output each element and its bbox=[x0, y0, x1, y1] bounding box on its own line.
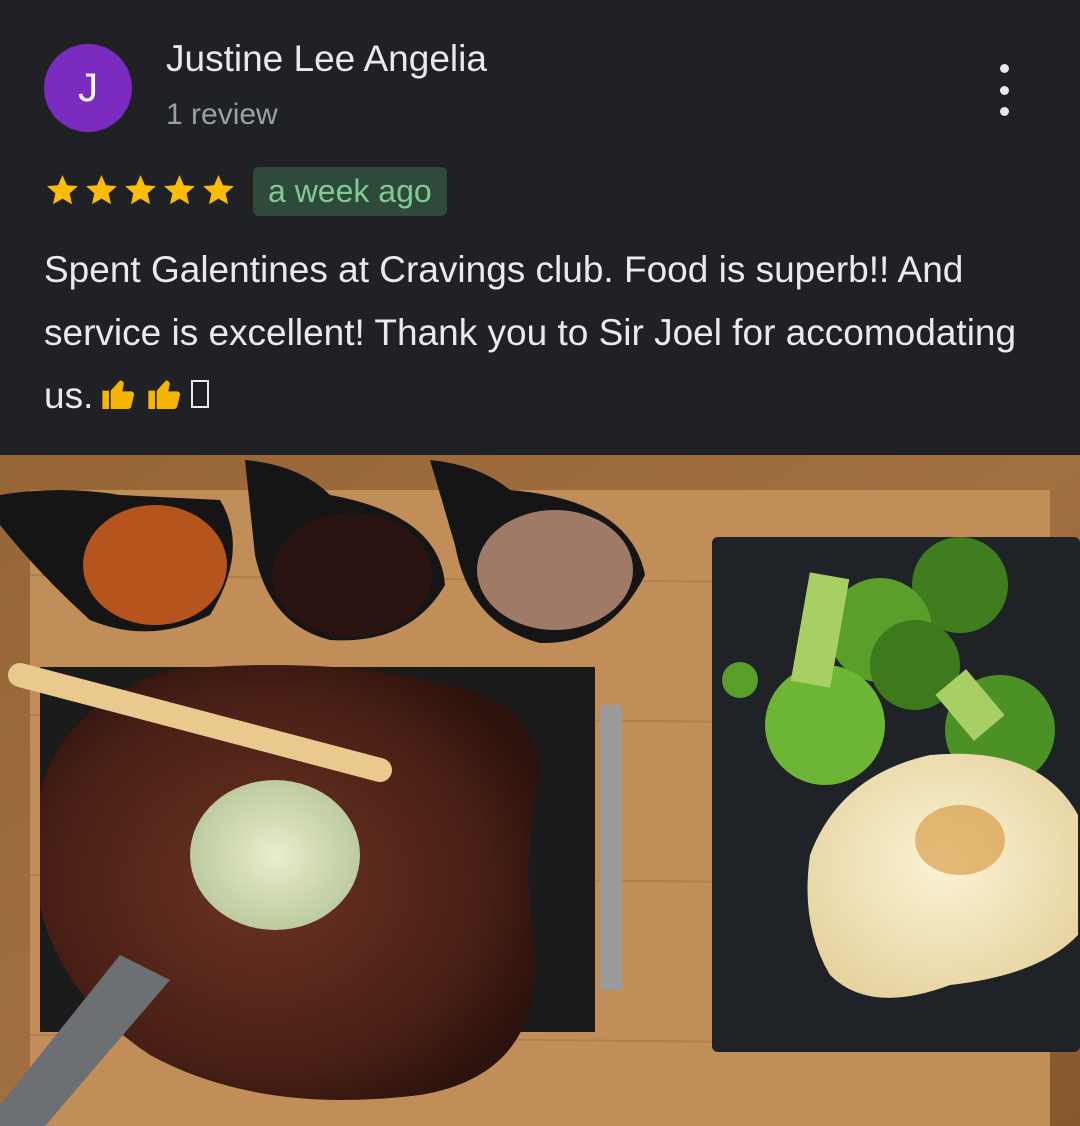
review-count: 1 review bbox=[166, 98, 278, 131]
review-date-badge: a week ago bbox=[253, 167, 447, 216]
missing-glyph-icon bbox=[191, 380, 210, 408]
thumbs-up-icon bbox=[102, 380, 135, 409]
star-icon bbox=[164, 175, 195, 205]
review-photo[interactable] bbox=[0, 455, 1080, 1126]
thumbs-up-icon bbox=[148, 380, 181, 409]
more-vert-icon[interactable] bbox=[986, 64, 1022, 116]
review-body: Spent Galentines at Cravings club. Food … bbox=[44, 249, 1017, 416]
avatar-initial: J bbox=[78, 65, 98, 110]
review-header: J Justine Lee Angelia 1 review a week ag… bbox=[0, 0, 1080, 455]
review-text: Spent Galentines at Cravings club. Food … bbox=[44, 238, 1044, 427]
author-name[interactable]: Justine Lee Angelia bbox=[166, 38, 487, 80]
star-icon bbox=[125, 175, 156, 205]
star-icon bbox=[86, 175, 117, 205]
star-icon bbox=[203, 175, 234, 205]
star-icon bbox=[47, 175, 78, 205]
star-rating bbox=[44, 172, 237, 209]
steak-dinner-image bbox=[0, 455, 1080, 1126]
avatar[interactable]: J bbox=[44, 44, 132, 132]
